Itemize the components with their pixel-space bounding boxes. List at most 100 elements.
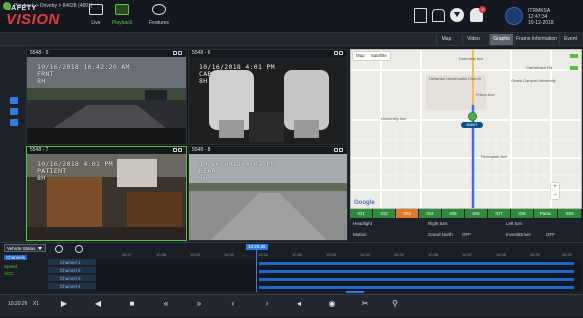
camera-snapshot-icon[interactable]: ◉	[326, 298, 338, 310]
playhead[interactable]	[256, 250, 257, 292]
channel-track[interactable]	[259, 262, 574, 265]
next-frame-icon[interactable]: ›	[261, 298, 273, 310]
tab-map[interactable]: Map	[436, 34, 456, 45]
map-label: Deerview Ave	[459, 56, 484, 61]
google-logo: Google	[354, 200, 375, 206]
channel-row[interactable]: Channel 2	[48, 267, 96, 274]
timeline-tracks[interactable]	[96, 259, 581, 291]
channel-row[interactable]: Channel 1	[48, 259, 96, 266]
speed-value[interactable]: X1	[33, 301, 39, 307]
layout-9-icon[interactable]	[10, 119, 18, 126]
layout-4-icon[interactable]	[10, 108, 18, 115]
channel-track[interactable]	[259, 278, 574, 281]
layout-1-icon[interactable]	[10, 97, 18, 104]
tab-video[interactable]: Video	[462, 34, 484, 45]
search-key-icon[interactable]: ⚲	[389, 298, 401, 310]
timeline-scrollbar[interactable]	[346, 291, 364, 293]
tick-label: 10:31	[258, 252, 269, 257]
camera-tile-3[interactable]: 5548 - 7 10/16/2018 4:01 PM PATIENT 8H	[26, 146, 187, 241]
map-view[interactable]: Deerview Ave Camelback Rd Unitarian Univ…	[350, 49, 582, 209]
zoom-in-icon[interactable]	[55, 245, 63, 253]
vehicle-icon[interactable]	[432, 9, 445, 22]
channel-row[interactable]: Channel 4	[48, 283, 96, 290]
io-button[interactable]: IO3	[396, 209, 419, 218]
tick-label: 10:36	[428, 252, 439, 257]
video-grid: 5548 - 5 10/16/2018 10:42:20 AM FRNT 8H …	[26, 49, 348, 241]
map-type-map[interactable]: Map	[353, 52, 368, 60]
status-item[interactable]: Speed	[4, 264, 17, 269]
zoom-out-icon[interactable]	[75, 245, 83, 253]
nav-playback[interactable]: Playback	[104, 3, 140, 31]
fast-forward-icon[interactable]: »	[193, 298, 205, 310]
clip-cut-icon[interactable]: ✂	[359, 298, 371, 310]
step-back-icon[interactable]: ◀	[92, 298, 104, 310]
nav-features[interactable]: Features	[141, 3, 177, 31]
io-button[interactable]: IO2	[373, 209, 396, 218]
camera-tile-2[interactable]: 5548 - 6 10/16/2018 4:01 PM CAB 8H	[188, 49, 348, 145]
camera-header: 5548 - 7	[27, 147, 186, 154]
io-buttons: IO1 IO2 IO3 IO4 IO5 IO6 IO7 IO8 Panic IG…	[350, 209, 582, 218]
zoom-out-button[interactable]: −	[551, 191, 559, 199]
tick-label: 10:32	[292, 252, 303, 257]
zoom-in-button[interactable]: +	[551, 183, 559, 191]
stop-icon[interactable]: ■	[126, 298, 138, 310]
rewind-icon[interactable]: «	[160, 298, 172, 310]
camera-controls[interactable]	[172, 148, 184, 153]
tick-label: 10:28	[156, 252, 167, 257]
left-rail	[0, 46, 26, 242]
play-icon[interactable]: ▶	[58, 298, 70, 310]
io-button[interactable]: IO1	[350, 209, 373, 218]
previous-frame-icon[interactable]: ‹	[227, 298, 239, 310]
status-value: OFF	[462, 232, 471, 237]
tab-event[interactable]: Event	[559, 34, 581, 45]
tick-label: 10:33	[326, 252, 337, 257]
camera-controls[interactable]	[333, 51, 345, 56]
channel-list: Channel 1 Channel 2 Channel 3 Channel 4	[48, 259, 96, 291]
status-label: Right turn	[428, 221, 448, 226]
map-type-satellite[interactable]: Satellite	[368, 52, 390, 60]
collapse-icon[interactable]	[570, 66, 578, 70]
io-button[interactable]: IO6	[465, 209, 488, 218]
camera-tile-4[interactable]: 5548 - 8 10/16/2018 4:01 PM REAR 8H	[188, 146, 348, 241]
tab-frame-information[interactable]: Frame Information	[514, 34, 558, 45]
vehicle-status-grid: Headlight Right turn Left turn Motion Gr…	[350, 219, 582, 241]
status-value: OFF	[546, 232, 555, 237]
status-label: InvestiDriver	[506, 232, 532, 237]
io-button[interactable]: IO5	[442, 209, 465, 218]
status-item[interactable]: Channels	[4, 255, 28, 260]
map-zoom-control: + −	[551, 183, 559, 199]
status-label: Headlight	[353, 221, 373, 226]
tab-graphs[interactable]: Graphs	[489, 34, 513, 45]
tick-label: 10:34	[360, 252, 371, 257]
status-label: Motion	[353, 232, 367, 237]
channel-track[interactable]	[259, 286, 574, 289]
user-info: ITRMKSA 12:47:34 10-12-2018	[528, 8, 580, 26]
camera-tile-1[interactable]: 5548 - 5 10/16/2018 10:42:20 AM FRNT 8H	[26, 49, 187, 145]
volume-icon[interactable]: ◂	[293, 298, 305, 310]
status-item[interactable]: ACC	[4, 271, 14, 276]
timeline-ruler: 10:27 10:28 10:29 10:30 10:31 10:32 10:3…	[96, 252, 581, 259]
map-label: University Ave	[381, 116, 407, 121]
io-button[interactable]: Panic	[534, 209, 558, 218]
back-icon[interactable]	[3, 2, 11, 10]
camera-controls[interactable]	[333, 148, 345, 153]
tick-label: 10:35	[394, 252, 405, 257]
camera-header: 5548 - 6	[189, 50, 347, 57]
io-button[interactable]: IO8	[511, 209, 534, 218]
io-button[interactable]: IO7	[488, 209, 511, 218]
io-button[interactable]: IO4	[419, 209, 442, 218]
document-icon[interactable]	[414, 8, 427, 23]
map-label: Grand Canyon University	[511, 78, 556, 83]
avatar[interactable]	[505, 7, 523, 25]
map-streets	[351, 50, 581, 208]
features-icon	[152, 4, 166, 15]
vehicle-tag: 84607	[461, 122, 483, 128]
tick-label: 10:39	[530, 252, 541, 257]
camera-controls[interactable]	[172, 51, 184, 56]
expand-icon[interactable]	[570, 54, 578, 58]
channel-row[interactable]: Channel 3	[48, 275, 96, 282]
vehicle-pin-icon[interactable]	[468, 112, 477, 121]
download-icon[interactable]	[450, 8, 464, 22]
io-button[interactable]: IGN	[558, 209, 582, 218]
channel-track[interactable]	[259, 270, 574, 273]
